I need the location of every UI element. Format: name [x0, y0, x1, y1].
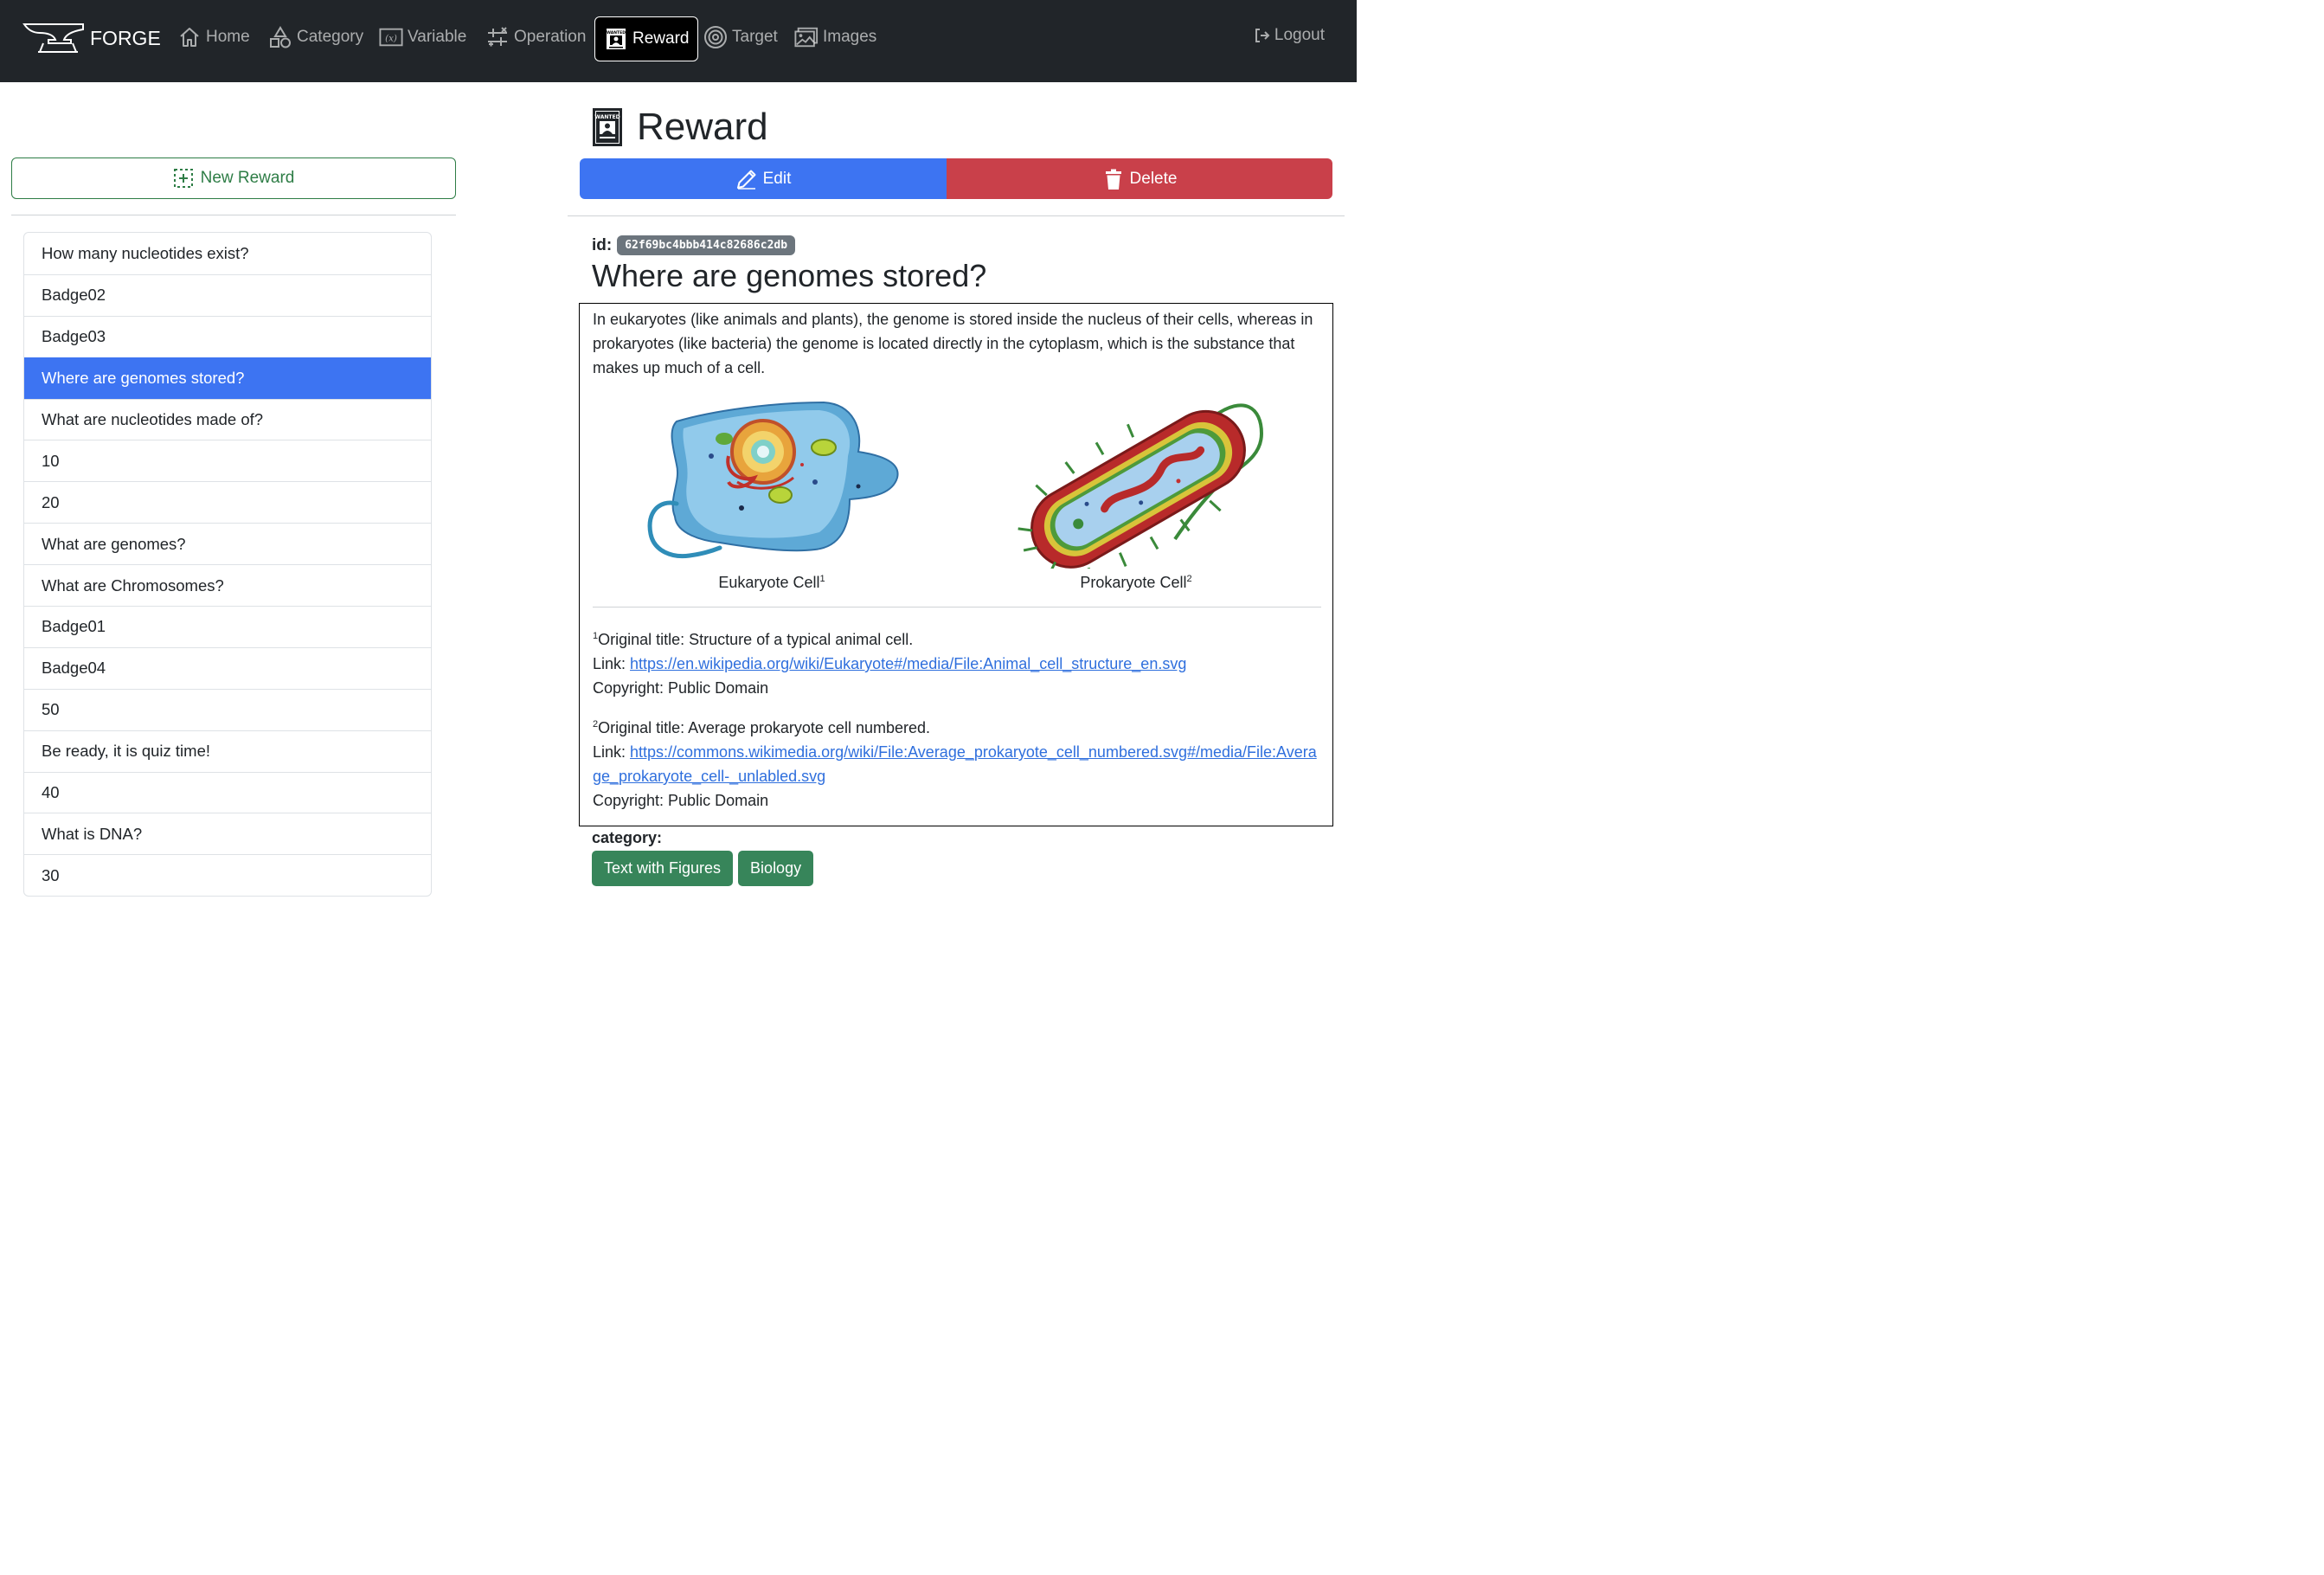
reward-list-item[interactable]: What are genomes?: [24, 523, 431, 564]
eukaryote-cell-image: [647, 401, 899, 559]
category-tags: Text with Figures Biology: [592, 851, 819, 886]
nav-operation-label: Operation: [514, 28, 587, 46]
nav-target-label: Target: [732, 28, 778, 46]
eukaryote-caption-text: Eukaryote Cell: [718, 574, 820, 591]
nav-operation[interactable]: Operation: [485, 22, 586, 52]
footnote-2-link[interactable]: https://commons.wikimedia.org/wiki/File:…: [593, 743, 1317, 785]
shapes-icon: [270, 26, 291, 48]
footnote-1-title-text: Original title: Structure of a typical a…: [598, 631, 914, 648]
wanted-poster-icon: WANTED: [593, 108, 622, 146]
add-dashed-square-icon: [173, 169, 193, 188]
reward-content-box: In eukaryotes (like animals and plants),…: [579, 303, 1333, 826]
prokaryote-caption-sup: 2: [1186, 574, 1192, 584]
reward-list-item[interactable]: Badge01: [24, 606, 431, 647]
delete-label: Delete: [1129, 169, 1178, 188]
delete-button[interactable]: Delete: [947, 158, 1332, 199]
reward-title: Where are genomes stored?: [592, 258, 987, 293]
brand-logo[interactable]: FORGE: [22, 21, 161, 55]
footnote-divider: [593, 607, 1321, 608]
trash-icon: [1105, 169, 1121, 190]
svg-text:(x): (x): [385, 34, 397, 44]
reward-list-item[interactable]: Badge04: [24, 646, 431, 689]
nav-variable[interactable]: (x) Variable: [379, 22, 466, 52]
main-divider: [568, 215, 1345, 216]
house-icon: [180, 28, 199, 47]
wanted-poster-icon: WANTED: [607, 29, 626, 49]
prokaryote-cell-image: [1018, 403, 1264, 569]
nav-category[interactable]: Category: [268, 22, 363, 52]
footnote-2-link-label: Link:: [593, 743, 631, 761]
reward-list-item[interactable]: 50: [24, 688, 431, 730]
svg-text:WANTED: WANTED: [594, 114, 620, 120]
reward-list-item[interactable]: Be ready, it is quiz time!: [24, 730, 431, 772]
id-label: id:: [592, 235, 613, 254]
nav-variable-label: Variable: [408, 28, 467, 46]
reward-list-item[interactable]: 20: [24, 481, 431, 523]
bullseye-icon: [704, 26, 727, 48]
reward-list-item[interactable]: 10: [24, 440, 431, 481]
footnote-1-link[interactable]: https://en.wikipedia.org/wiki/Eukaryote#…: [630, 655, 1186, 672]
reward-description: In eukaryotes (like animals and plants),…: [593, 311, 1313, 376]
reward-list-item[interactable]: Badge03: [24, 315, 431, 357]
reward-list: How many nucleotides exist? Badge02 Badg…: [23, 232, 432, 897]
reward-list-item[interactable]: What is DNA?: [24, 813, 431, 854]
variable-icon: (x): [379, 28, 403, 47]
id-badge: 62f69bc4bbb414c82686c2db: [617, 235, 796, 255]
reward-list-item[interactable]: How many nucleotides exist?: [24, 233, 431, 274]
footnote-1-title: 1Original title: Structure of a typical …: [593, 624, 1324, 652]
top-navbar: FORGE Home Category (x) Variable Operati…: [0, 0, 1357, 82]
new-reward-button[interactable]: New Reward: [11, 158, 456, 199]
nav-home-label: Home: [206, 28, 250, 46]
prokaryote-caption: Prokaryote Cell2: [1080, 574, 1191, 592]
logout-label: Logout: [1274, 26, 1325, 44]
nav-target[interactable]: Target: [703, 22, 778, 52]
page-header: WANTED Reward: [592, 106, 768, 149]
nav-reward[interactable]: WANTED Reward: [594, 16, 699, 61]
eukaryote-caption-sup: 1: [819, 574, 825, 584]
eukaryote-caption: Eukaryote Cell1: [718, 574, 825, 592]
images-icon: [794, 27, 819, 48]
reward-list-item[interactable]: 40: [24, 771, 431, 813]
nav-reward-label: Reward: [632, 29, 690, 48]
footnote-2-title-text: Original title: Average prokaryote cell …: [598, 719, 930, 736]
svg-text:WANTED: WANTED: [607, 30, 626, 35]
brand-name: FORGE: [90, 26, 161, 49]
footnote-1: 1Original title: Structure of a typical …: [593, 624, 1324, 700]
footnote-1-copyright: Copyright: Public Domain: [593, 679, 769, 697]
footnote-2: 2Original title: Average prokaryote cell…: [593, 712, 1324, 813]
logout-button[interactable]: Logout: [1254, 26, 1325, 45]
reward-list-item[interactable]: What are Chromosomes?: [24, 564, 431, 606]
id-row: id: 62f69bc4bbb414c82686c2db: [592, 235, 796, 255]
prokaryote-caption-text: Prokaryote Cell: [1080, 574, 1187, 591]
reward-list-item[interactable]: Badge02: [24, 273, 431, 316]
category-tag[interactable]: Text with Figures: [592, 851, 734, 886]
eukaryote-figure: Eukaryote Cell1: [642, 395, 902, 592]
nav-images-label: Images: [823, 28, 877, 46]
page-title: Reward: [637, 106, 768, 148]
edit-label: Edit: [762, 169, 792, 188]
logout-icon: [1255, 29, 1270, 42]
pencil-icon: [736, 170, 756, 190]
sliders-icon: [488, 27, 507, 47]
prokaryote-figure: Prokaryote Cell2: [1002, 390, 1270, 592]
anvil-icon: [22, 23, 84, 53]
nav-images[interactable]: Images: [794, 22, 876, 52]
nav-home[interactable]: Home: [177, 22, 250, 52]
footnote-2-title: 2Original title: Average prokaryote cell…: [593, 712, 1324, 740]
footnote-2-link-row: Link: https://commons.wikimedia.org/wiki…: [593, 740, 1324, 788]
reward-list-item[interactable]: 30: [24, 854, 431, 896]
footnote-1-link-row: Link: https://en.wikipedia.org/wiki/Euka…: [593, 652, 1324, 676]
footnote-1-link-label: Link:: [593, 655, 631, 672]
nav-category-label: Category: [297, 28, 364, 46]
reward-list-item[interactable]: What are nucleotides made of?: [24, 398, 431, 440]
footnote-2-copyright: Copyright: Public Domain: [593, 792, 769, 809]
reward-list-item-selected[interactable]: Where are genomes stored?: [24, 357, 431, 399]
category-label: category:: [592, 829, 663, 846]
category-tag[interactable]: Biology: [738, 851, 814, 886]
new-reward-label: New Reward: [200, 169, 295, 187]
edit-button[interactable]: Edit: [580, 158, 947, 199]
